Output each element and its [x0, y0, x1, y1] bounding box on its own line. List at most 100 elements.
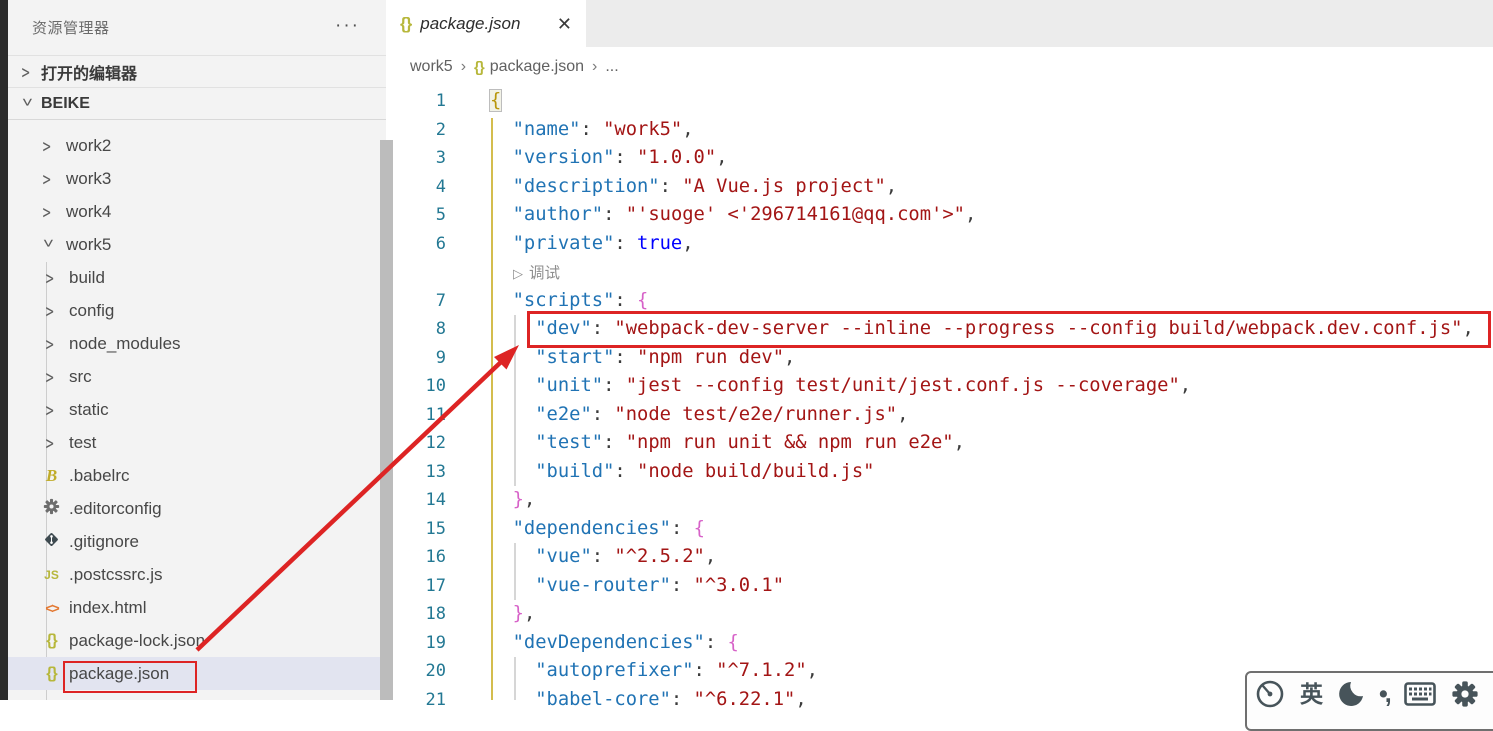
lang-mode-icon[interactable]: 英	[1300, 679, 1323, 709]
code-line-6[interactable]: 6 "private": true,	[386, 230, 1493, 259]
code-line-3[interactable]: 3 "version": "1.0.0",	[386, 144, 1493, 173]
code-text: "description": "A Vue.js project",	[512, 175, 898, 197]
punctuation-icon[interactable]: •,	[1379, 679, 1392, 709]
line-number: 15	[425, 518, 446, 539]
folder-chevron: >	[41, 431, 62, 454]
tree-folder-node-modules[interactable]: > node_modules	[8, 327, 380, 360]
gear-file-icon	[43, 498, 60, 520]
section-beike[interactable]: > BEIKE	[8, 88, 386, 119]
breadcrumb-item-more[interactable]: ...	[605, 58, 618, 76]
tree-file-gitignore[interactable]: .gitignore	[8, 525, 380, 558]
code-text: "test": "npm run unit && npm run e2e",	[535, 432, 965, 453]
folder-chevron: >	[38, 200, 59, 223]
file-icon-slot: {}	[41, 664, 62, 682]
tree-file-postcssrc-js[interactable]: JS .postcssrc.js	[8, 558, 380, 591]
tree-file-babelrc[interactable]: B .babelrc	[8, 459, 380, 492]
file-icon-slot: <>	[41, 601, 62, 615]
tree-folder-work5[interactable]: > work5	[8, 228, 380, 261]
tree-folder-config[interactable]: > config	[8, 294, 380, 327]
json-icon: {}	[46, 664, 57, 682]
chevron-right-icon: >	[45, 365, 54, 388]
row-label: package-lock.json	[69, 630, 206, 650]
line-number: 11	[425, 404, 446, 425]
chevron-right-icon: >	[45, 332, 54, 355]
tree-file-editorconfig[interactable]: .editorconfig	[8, 492, 380, 525]
sogou-logo-icon[interactable]	[1255, 679, 1285, 709]
code-line-13[interactable]: 13 "build": "node build/build.js"	[386, 458, 1493, 487]
code-line-19[interactable]: 19 "devDependencies": {	[386, 629, 1493, 658]
git-icon	[43, 531, 60, 553]
breadcrumb-item-package-json[interactable]: package.json	[490, 58, 584, 76]
editor-code-area[interactable]: 1{2 "name": "work5", 3 "version": "1.0.0"…	[386, 87, 1493, 710]
tree-file-index-html[interactable]: <> index.html	[8, 591, 380, 624]
row-label: .postcssrc.js	[69, 564, 163, 584]
chevron-right-icon: >	[45, 299, 54, 322]
js-icon: JS	[44, 567, 59, 582]
code-line-18[interactable]: 18 },	[386, 600, 1493, 629]
line-number: 6	[435, 233, 446, 254]
more-actions-button[interactable]: ···	[335, 16, 360, 35]
code-text: },	[512, 489, 536, 510]
code-line-17[interactable]: 17 "vue-router": "^3.0.1"	[386, 572, 1493, 601]
indent-guide-gray	[514, 315, 516, 486]
code-text: "devDependencies": {	[512, 631, 739, 653]
tree-folder-work2[interactable]: > work2	[8, 129, 380, 162]
tab-label: package.json	[420, 13, 521, 33]
debug-codelens[interactable]: ▷ 调试	[513, 261, 560, 283]
json-icon: {}	[474, 58, 485, 76]
code-line-4[interactable]: 4 "description": "A Vue.js project",	[386, 173, 1493, 202]
code-line-14[interactable]: 14 },	[386, 486, 1493, 515]
line-number: 13	[425, 461, 446, 482]
line-number: 4	[435, 176, 446, 197]
line-number: 16	[425, 547, 446, 567]
play-icon: ▷	[513, 266, 523, 282]
annotation-box-dev-script	[527, 311, 1491, 348]
code-line-5[interactable]: 5 "author": "'suoge' <'296714161@qq.com'…	[386, 201, 1493, 230]
row-label: work2	[66, 135, 112, 155]
chevron-separator-icon: ›	[460, 58, 467, 75]
settings-gear-icon[interactable]	[1451, 679, 1479, 709]
tree-file-package-lock-json[interactable]: {} package-lock.json	[8, 624, 380, 657]
keyboard-icon[interactable]	[1403, 679, 1436, 709]
folder-chevron: >	[41, 332, 62, 355]
tree-folder-test[interactable]: > test	[8, 426, 380, 459]
code-text: "private": true,	[512, 232, 694, 254]
line-number: 10	[425, 376, 446, 396]
folder-chevron: >	[38, 134, 59, 157]
ime-toolbar: 英 •,	[1245, 671, 1493, 731]
tree-folder-src[interactable]: > src	[8, 360, 380, 393]
code-line-12[interactable]: 12 "test": "npm run unit && npm run e2e"…	[386, 429, 1493, 458]
code-line-10[interactable]: 10 "unit": "jest --config test/unit/jest…	[386, 372, 1493, 401]
code-line-1[interactable]: 1{	[386, 87, 1493, 116]
file-icon-slot	[41, 531, 62, 553]
section-open-editors[interactable]: > 打开的编辑器	[8, 56, 386, 88]
indent-guide-yellow	[491, 118, 493, 700]
codelens-row: ▷ 调试	[386, 258, 1493, 287]
breadcrumb-item-work5[interactable]: work5	[410, 58, 453, 76]
moon-icon[interactable]	[1338, 679, 1364, 709]
tree-folder-work3[interactable]: > work3	[8, 162, 380, 195]
tree-folder-static[interactable]: > static	[8, 393, 380, 426]
code-text: "dependencies": {	[512, 517, 705, 539]
code-text: "e2e": "node test/e2e/runner.js",	[535, 403, 909, 425]
json-icon: {}	[400, 14, 412, 33]
code-line-2[interactable]: 2 "name": "work5",	[386, 116, 1493, 145]
code-line-16[interactable]: 16 "vue": "^2.5.2",	[386, 543, 1493, 572]
line-number: 2	[435, 119, 446, 140]
folder-chevron: >	[38, 167, 59, 190]
row-label: test	[69, 432, 97, 452]
row-label: .babelrc	[69, 465, 130, 485]
tab-package-json[interactable]: {} package.json ✕	[386, 0, 586, 47]
line-number: 17	[425, 575, 446, 596]
code-text: "vue": "^2.5.2",	[535, 546, 717, 567]
tree-folder-build[interactable]: > build	[8, 261, 380, 294]
code-line-15[interactable]: 15 "dependencies": {	[386, 515, 1493, 544]
code-line-11[interactable]: 11 "e2e": "node test/e2e/runner.js",	[386, 401, 1493, 430]
explorer-title: 资源管理器	[32, 19, 110, 37]
tree-folder-work4[interactable]: > work4	[8, 195, 380, 228]
indent-guide-gray	[514, 657, 516, 700]
breadcrumb: work5 › {} package.json › ...	[386, 47, 1493, 87]
chevron-right-icon: >	[45, 398, 54, 421]
close-icon[interactable]: ✕	[557, 15, 572, 33]
code-text: "name": "work5",	[512, 118, 694, 140]
